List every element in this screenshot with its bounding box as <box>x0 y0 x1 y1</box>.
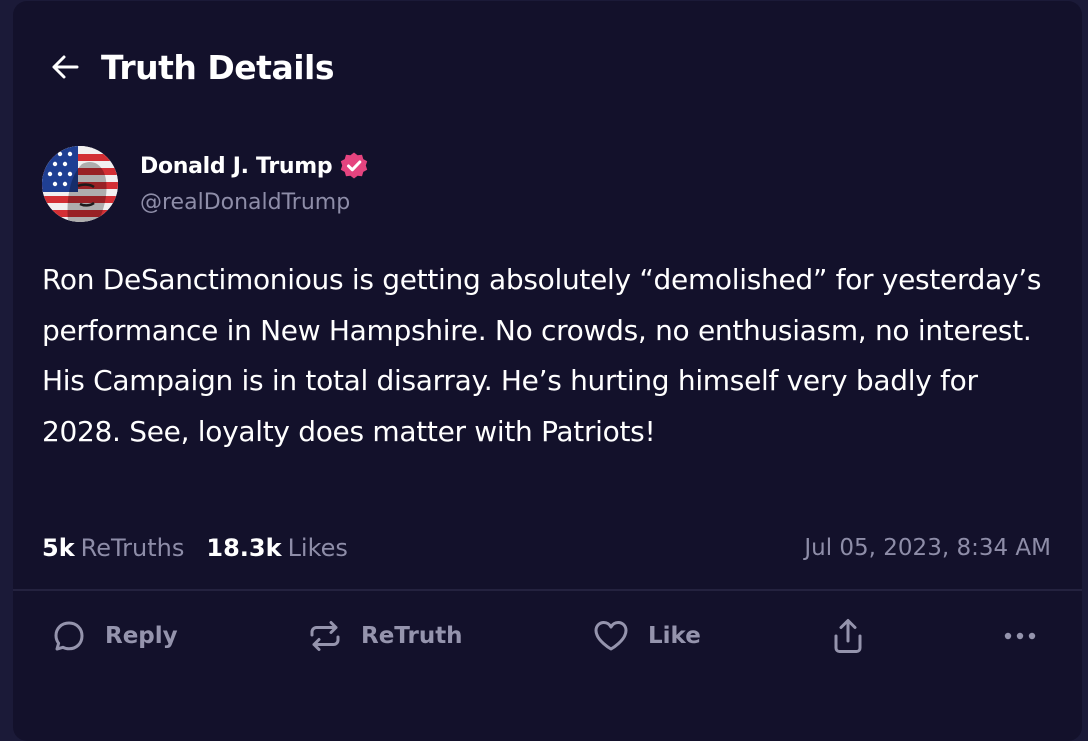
page-header: Truth Details <box>47 45 335 89</box>
verified-badge-icon <box>341 152 368 179</box>
post-timestamp: Jul 05, 2023, 8:34 AM <box>804 535 1051 561</box>
reply-button[interactable]: Reply <box>51 611 178 661</box>
share-button[interactable] <box>830 611 866 661</box>
likes-label: Likes <box>287 534 348 562</box>
action-bar: Reply ReTruth Like <box>13 611 1082 661</box>
back-button[interactable] <box>47 49 83 85</box>
likes-stat[interactable]: 18.3k Likes <box>206 534 348 562</box>
display-name-row: Donald J. Trump <box>140 150 369 182</box>
arrow-left-icon <box>52 55 79 79</box>
user-handle[interactable]: @realDonaldTrump <box>140 190 369 215</box>
like-button[interactable]: Like <box>592 611 701 661</box>
retruths-stat[interactable]: 5k ReTruths <box>42 534 184 562</box>
retruths-label: ReTruths <box>80 534 185 562</box>
truth-details-card: Truth Details Donald J. Trump @realDonal… <box>13 1 1082 741</box>
likes-count: 18.3k <box>206 534 282 562</box>
heart-icon <box>594 621 628 651</box>
reply-label: Reply <box>105 623 178 649</box>
more-icon <box>1004 632 1036 640</box>
author-meta: Donald J. Trump @realDonaldTrump <box>140 146 369 215</box>
display-name[interactable]: Donald J. Trump <box>140 154 333 179</box>
share-icon <box>834 619 862 653</box>
more-button[interactable] <box>1002 611 1038 661</box>
post-author[interactable]: Donald J. Trump @realDonaldTrump <box>42 146 369 222</box>
page-title: Truth Details <box>101 47 335 87</box>
post-stats: 5k ReTruths 18.3k Likes Jul 05, 2023, 8:34… <box>42 528 1051 568</box>
divider <box>13 589 1082 591</box>
retruth-icon <box>310 621 340 651</box>
post-text: Ron DeSanctimonious is getting absolutel… <box>42 263 1042 448</box>
like-label: Like <box>648 623 701 649</box>
avatar[interactable] <box>42 146 118 222</box>
retruths-count: 5k <box>42 534 75 562</box>
comment-icon <box>54 621 84 651</box>
retruth-button[interactable]: ReTruth <box>307 611 463 661</box>
retruth-label: ReTruth <box>361 623 463 649</box>
